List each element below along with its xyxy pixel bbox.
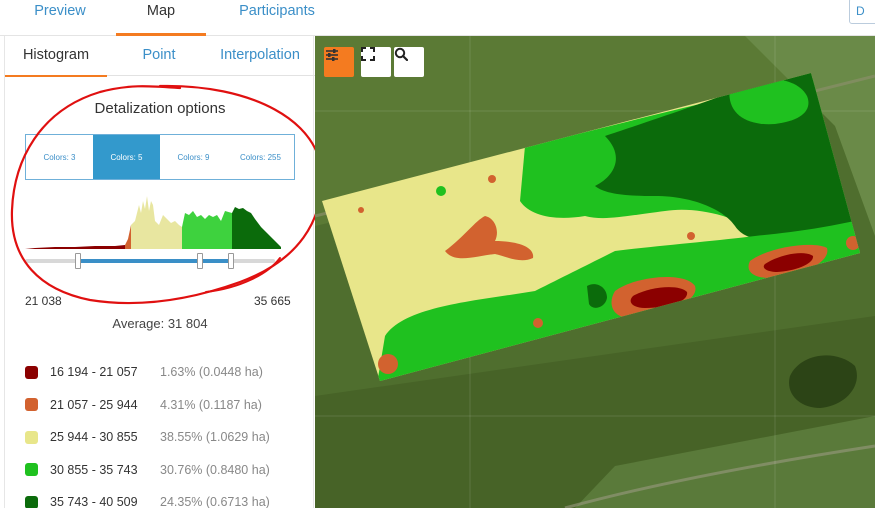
legend-percent: 38.55% (1.0629 ha) bbox=[160, 430, 270, 445]
zone-orange-spot bbox=[488, 175, 496, 183]
search-icon bbox=[394, 47, 408, 61]
range-slider[interactable] bbox=[25, 253, 275, 269]
legend-swatch bbox=[25, 463, 38, 477]
legend-range: 30 855 - 35 743 bbox=[50, 462, 138, 477]
fullscreen-icon bbox=[361, 47, 375, 61]
tab-interpolation[interactable]: Interpolation bbox=[210, 36, 310, 76]
zone-green-spot bbox=[436, 186, 446, 196]
legend-range: 25 944 - 30 855 bbox=[50, 430, 138, 445]
detalization-title: Detalization options bbox=[94, 100, 226, 117]
histogram-bin-dark-green bbox=[232, 207, 281, 249]
histogram-bin-dark-red bbox=[25, 245, 125, 249]
colors-9-button[interactable]: Colors: 9 bbox=[160, 135, 227, 179]
histogram-bin-orange bbox=[125, 225, 131, 249]
average-value: Average: 31 804 bbox=[112, 316, 208, 331]
tab-participants[interactable]: Participants bbox=[222, 0, 332, 36]
sub-tab-bar: Histogram Point Interpolation bbox=[5, 36, 315, 77]
top-right-button[interactable]: D bbox=[849, 0, 875, 24]
map-search-button[interactable] bbox=[394, 47, 424, 77]
legend-item: 25 944 - 30 855 38.55% (1.0629 ha) bbox=[25, 421, 315, 454]
legend-percent: 1.63% (0.0448 ha) bbox=[160, 365, 263, 380]
map-view[interactable] bbox=[315, 36, 875, 508]
legend-item: 35 743 - 40 509 24.35% (0.6713 ha) bbox=[25, 486, 315, 508]
slider-handle-min[interactable] bbox=[75, 253, 81, 269]
legend-item: 30 855 - 35 743 30.76% (0.8480 ha) bbox=[25, 454, 315, 487]
tab-histogram[interactable]: Histogram bbox=[5, 36, 107, 77]
zone-orange-spot bbox=[358, 207, 364, 213]
zone-orange-spot bbox=[378, 354, 398, 374]
colors-5-button[interactable]: Colors: 5 bbox=[93, 135, 160, 179]
histogram-bin-yellow bbox=[131, 196, 182, 249]
legend-item: 21 057 - 25 944 4.31% (0.1187 ha) bbox=[25, 389, 315, 422]
legend-item: 16 194 - 21 057 1.63% (0.0448 ha) bbox=[25, 356, 315, 389]
legend-swatch bbox=[25, 365, 38, 379]
map-fullscreen-button[interactable] bbox=[361, 47, 391, 77]
colors-255-button[interactable]: Colors: 255 bbox=[227, 135, 294, 179]
tab-map[interactable]: Map bbox=[116, 0, 206, 36]
legend-percent: 30.76% (0.8480 ha) bbox=[160, 462, 270, 477]
tab-point[interactable]: Point bbox=[123, 36, 195, 76]
slider-handle-mid[interactable] bbox=[197, 253, 203, 269]
legend-swatch bbox=[25, 430, 38, 444]
color-count-selector: Colors: 3 Colors: 5 Colors: 9 Colors: 25… bbox=[25, 134, 295, 180]
histogram-panel: Histogram Point Interpolation Detalizati… bbox=[4, 36, 315, 508]
legend-percent: 24.35% (0.6713 ha) bbox=[160, 495, 270, 508]
slider-selected-range bbox=[77, 259, 231, 263]
legend-range: 35 743 - 40 509 bbox=[50, 495, 138, 508]
tab-preview[interactable]: Preview bbox=[18, 0, 102, 36]
colors-3-button[interactable]: Colors: 3 bbox=[26, 135, 93, 179]
sliders-icon bbox=[326, 49, 338, 61]
legend: 16 194 - 21 057 1.63% (0.0448 ha) 21 057… bbox=[25, 356, 315, 508]
zone-orange-spot bbox=[533, 318, 543, 328]
legend-percent: 4.31% (0.1187 ha) bbox=[160, 397, 262, 412]
histogram-chart bbox=[25, 196, 281, 249]
legend-range: 16 194 - 21 057 bbox=[50, 365, 138, 380]
map-settings-button[interactable] bbox=[324, 47, 354, 77]
top-tab-bar: Preview Map Participants D bbox=[0, 0, 875, 36]
zone-orange-spot bbox=[687, 232, 695, 240]
legend-range: 21 057 - 25 944 bbox=[50, 397, 138, 412]
satellite-map bbox=[315, 36, 875, 508]
legend-swatch bbox=[25, 398, 38, 412]
range-max-value: 35 665 bbox=[254, 294, 291, 308]
legend-swatch bbox=[25, 495, 38, 508]
histogram-bin-green bbox=[182, 211, 232, 249]
range-min-value: 21 038 bbox=[25, 294, 62, 308]
slider-handle-max[interactable] bbox=[228, 253, 234, 269]
